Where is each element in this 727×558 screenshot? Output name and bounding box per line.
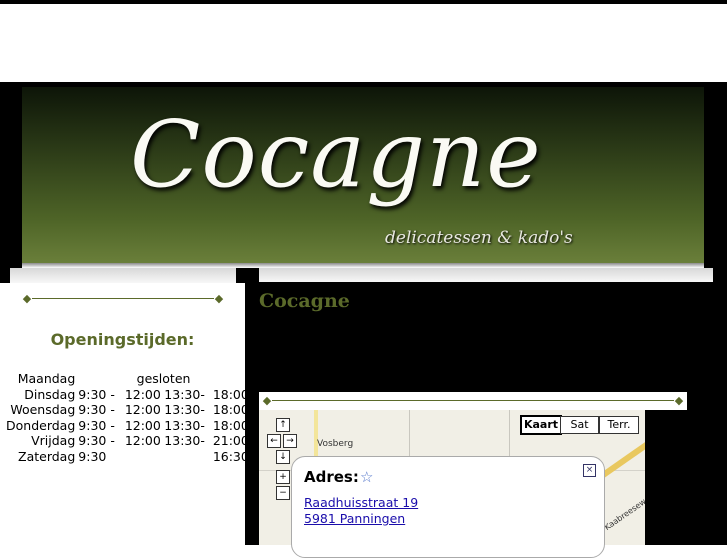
pm-open: 13:30- — [164, 433, 205, 449]
content-cap — [259, 268, 713, 282]
am-open: 9:30 - — [78, 402, 115, 418]
pm-open: 13:30- — [164, 386, 205, 402]
pm-close: 18:00 — [212, 402, 249, 418]
day-label: Zaterdag — [18, 448, 76, 464]
am-open: 9:30 - — [78, 386, 115, 402]
pm-open: 13:30- — [164, 417, 205, 433]
map-place-label: Vosberg — [317, 439, 354, 449]
sidebar-ornament: ◆ ◆ — [22, 292, 224, 306]
pm-open: 13:30- — [164, 402, 205, 418]
zoom-out-button[interactable]: − — [276, 486, 290, 500]
map-ornament: ◆ ◆ — [262, 394, 684, 408]
ornament-left-icon: ◆ — [22, 292, 32, 305]
ornament-right-icon: ◆ — [214, 292, 224, 305]
zoom-in-button[interactable]: + — [276, 470, 290, 484]
am-open: 9:30 - — [78, 433, 115, 449]
day-label: Vrijdag — [31, 433, 76, 449]
address-street-link[interactable]: Raadhuisstraat 19 — [304, 495, 418, 510]
pm-close: 18:00 — [212, 386, 249, 402]
ornament-right-icon: ◆ — [674, 394, 684, 407]
site-logo[interactable]: Cocagne — [130, 92, 610, 217]
am-open: 9:30 - — [78, 417, 115, 433]
am-close: 12:00 — [124, 417, 161, 433]
am-close: 12:00 — [124, 386, 161, 402]
day-label: Donderdag — [6, 417, 76, 433]
map-road-label: Kaabreesew — [602, 496, 645, 533]
ornament-left-icon: ◆ — [262, 394, 272, 407]
pm-close: 21:00 — [212, 433, 249, 449]
opening-hours-title: Openingstijden: — [50, 330, 195, 349]
star-icon[interactable]: ☆ — [360, 468, 373, 486]
info-window-title: Adres: — [304, 468, 359, 486]
hours-row: Zaterdag 9:30 16:30 — [6, 449, 249, 465]
closed-label: gesloten — [136, 371, 191, 387]
day-label: Woensdag — [10, 402, 76, 418]
map-type-sat-button[interactable]: Sat — [560, 416, 599, 434]
pan-right-button[interactable]: → — [283, 434, 297, 448]
map-type-terr-button[interactable]: Terr. — [599, 416, 639, 434]
hours-row: Vrijdag 9:30 - 12:00 13:30- 21:00 — [6, 433, 249, 449]
page-title: Cocagne — [259, 290, 350, 312]
pan-left-button[interactable]: ← — [267, 434, 281, 448]
pm-close: 18:00 — [212, 417, 249, 433]
map-type-kaart-button[interactable]: Kaart — [520, 415, 562, 435]
am-close: 12:00 — [124, 433, 161, 449]
hours-row: Maandag gesloten — [6, 371, 249, 387]
pm-close: 16:30 — [212, 448, 249, 464]
am-close — [115, 449, 161, 465]
opening-hours-table: Maandag gesloten Dinsdag 9:30 - 12:00 13… — [6, 371, 249, 464]
day-label: Dinsdag — [24, 386, 76, 402]
ornament-line — [32, 298, 214, 299]
pm-open — [161, 449, 205, 465]
hours-row: Woensdag 9:30 - 12:00 13:30- 18:00 — [6, 402, 249, 418]
pan-down-button[interactable]: ↓ — [276, 450, 290, 464]
hours-row: Dinsdag 9:30 - 12:00 13:30- 18:00 — [6, 387, 249, 403]
address-city-link[interactable]: 5981 Panningen — [304, 511, 405, 526]
hours-row: Donderdag 9:30 - 12:00 13:30- 18:00 — [6, 418, 249, 434]
site-tagline: delicatessen & kado's — [385, 228, 573, 248]
day-label: Maandag — [17, 371, 76, 387]
ornament-line — [272, 400, 674, 401]
am-close: 12:00 — [124, 402, 161, 418]
close-icon[interactable]: × — [583, 464, 596, 477]
sidebar-cap — [10, 268, 236, 283]
am-open: 9:30 — [78, 448, 107, 464]
pan-up-button[interactable]: ↑ — [276, 418, 290, 432]
top-spacer — [0, 4, 727, 82]
